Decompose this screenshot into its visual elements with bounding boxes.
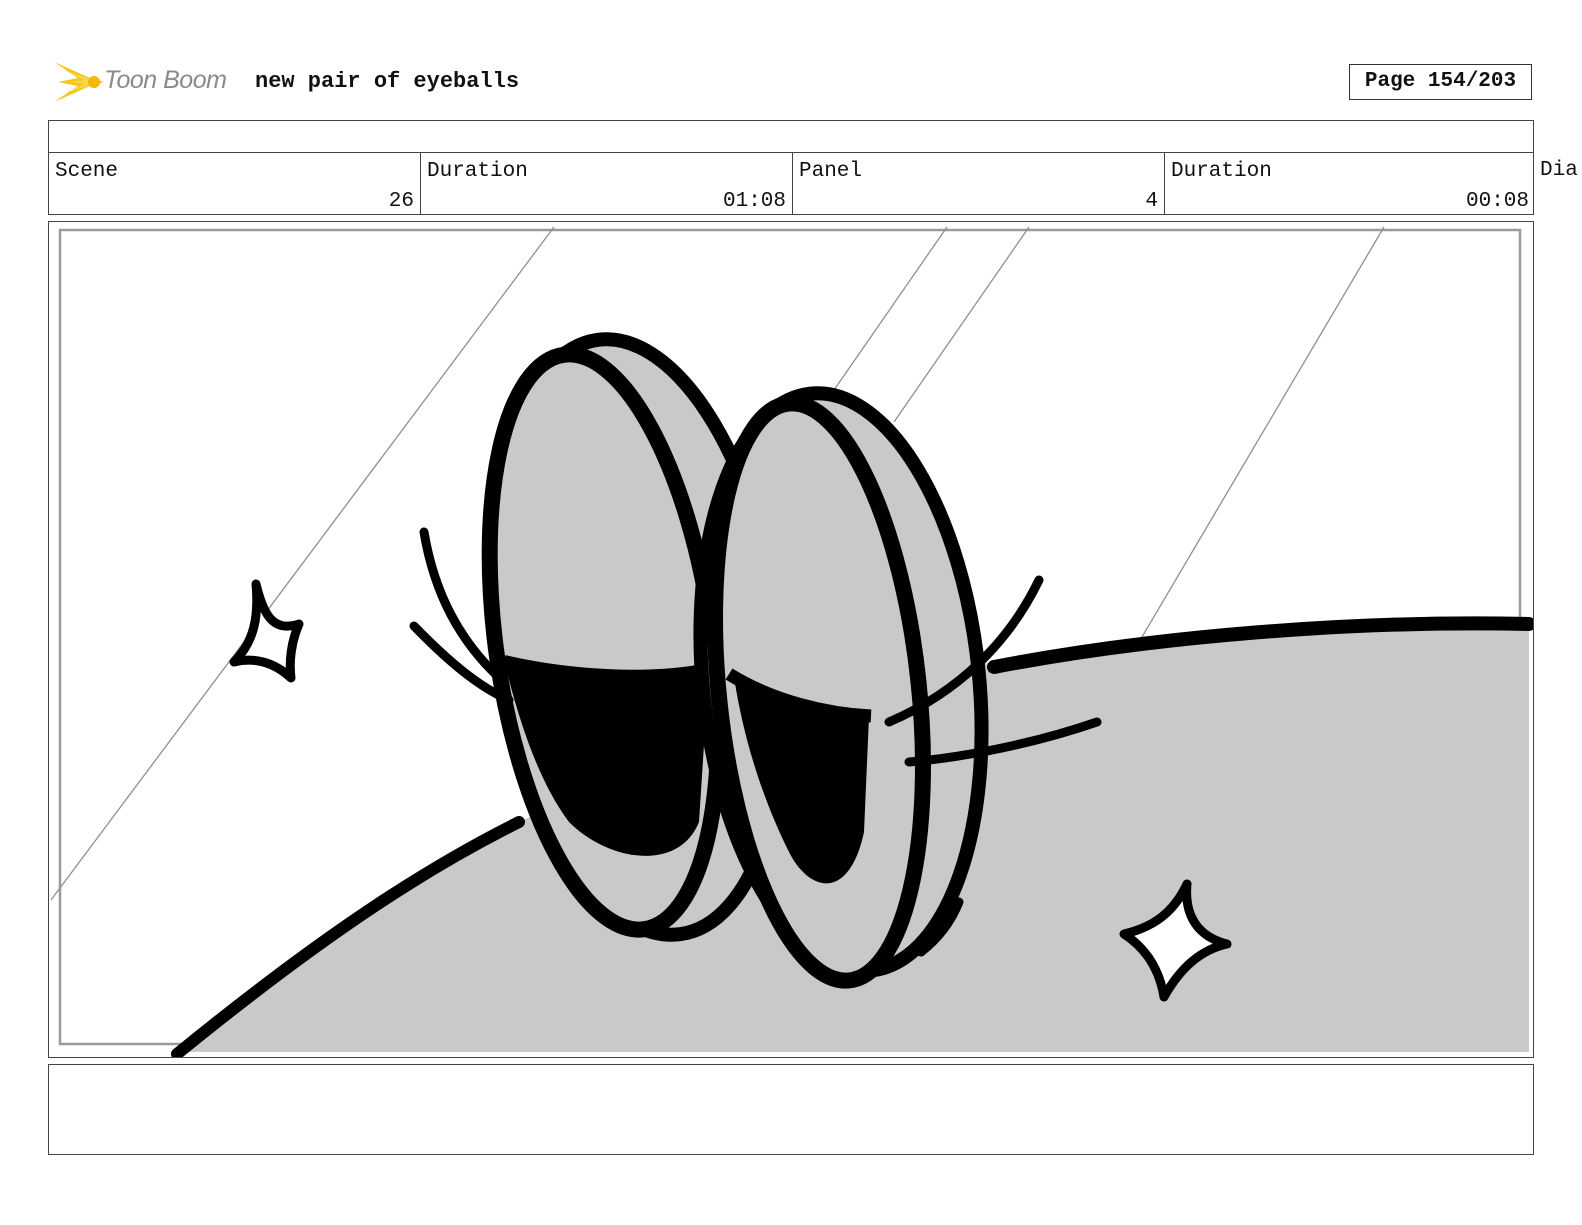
sparkle-left-icon bbox=[229, 579, 304, 683]
page-indicator: Page 154/203 bbox=[1349, 64, 1532, 100]
panel-label: Panel bbox=[799, 160, 863, 183]
scene-value: 26 bbox=[388, 190, 414, 213]
panel-duration-cell: Duration 00:08 bbox=[1165, 153, 1535, 214]
panel-duration-value: 00:08 bbox=[1465, 190, 1529, 213]
document-title: new pair of eyeballs bbox=[255, 69, 520, 94]
panel-info-row: Scene 26 Duration 01:08 Panel 4 Duration… bbox=[48, 152, 1534, 215]
panel-cell: Panel 4 bbox=[793, 153, 1165, 214]
panel-duration-label: Duration bbox=[1171, 160, 1272, 183]
panel-value: 4 bbox=[1145, 190, 1158, 213]
dialog-label-cutoff: Dia bbox=[1540, 159, 1578, 182]
scene-duration-cell: Duration 01:08 bbox=[421, 153, 793, 214]
storyboard-drawing bbox=[50, 226, 1533, 1057]
scene-duration-value: 01:08 bbox=[722, 190, 786, 213]
header-strip bbox=[48, 120, 1534, 152]
panel-image-frame bbox=[48, 221, 1534, 1058]
scene-cell: Scene 26 bbox=[49, 153, 421, 214]
notes-box bbox=[48, 1064, 1534, 1155]
logo-text: Toon Boom bbox=[104, 66, 227, 94]
scene-label: Scene bbox=[55, 160, 119, 183]
scene-duration-label: Duration bbox=[427, 160, 528, 183]
